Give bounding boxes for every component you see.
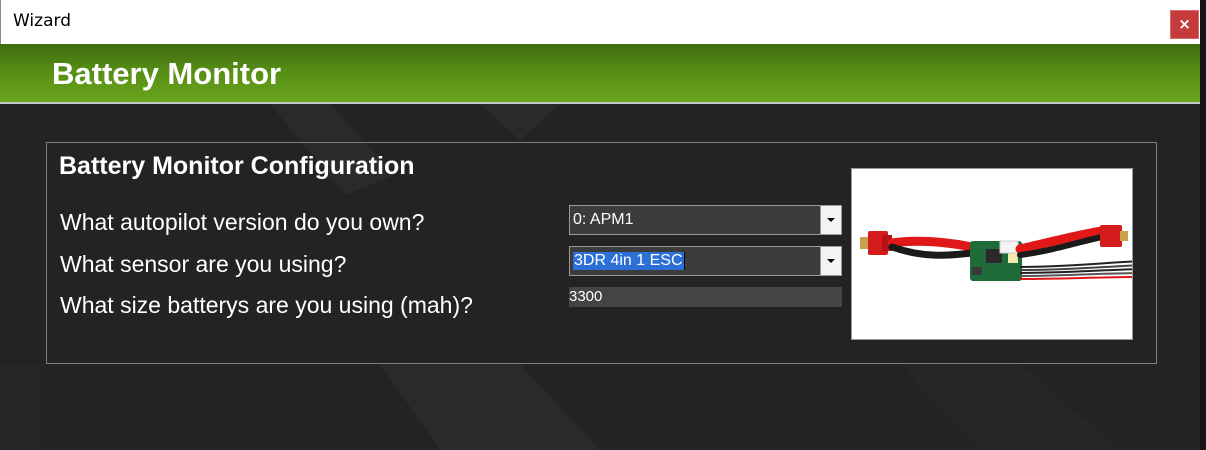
battery-monitor-image <box>851 168 1143 340</box>
close-button[interactable]: × <box>1170 10 1199 39</box>
page-title: Battery Monitor <box>52 56 282 91</box>
sensor-value: 3DR 4in 1 ESC <box>573 252 685 270</box>
window-title: Wizard <box>13 11 71 31</box>
sensor-label: What sensor are you using? <box>60 251 347 277</box>
wizard-window: Wizard × Battery Monitor Battery Monitor… <box>0 0 1206 450</box>
autopilot-version-select[interactable]: 0: APM1 <box>569 205 842 235</box>
battery-size-label: What size batterys are you using (mah)? <box>60 292 473 318</box>
autopilot-version-label: What autopilot version do you own? <box>60 209 425 235</box>
group-title: Battery Monitor Configuration <box>59 152 415 180</box>
battery-monitor-module-icon <box>860 225 1143 281</box>
chevron-down-icon[interactable] <box>820 247 841 275</box>
page-header: Battery Monitor <box>0 44 1200 104</box>
battery-size-input[interactable]: 3300 <box>569 287 842 307</box>
close-icon: × <box>1178 15 1191 33</box>
autopilot-version-value: 0: APM1 <box>573 211 634 228</box>
title-bar: Wizard × <box>0 0 1200 44</box>
battery-size-value: 3300 <box>569 288 603 305</box>
battery-config-group: Battery Monitor Configuration What autop… <box>46 142 1157 364</box>
sensor-select[interactable]: 3DR 4in 1 ESC <box>569 246 842 276</box>
chevron-down-icon[interactable] <box>820 206 841 234</box>
